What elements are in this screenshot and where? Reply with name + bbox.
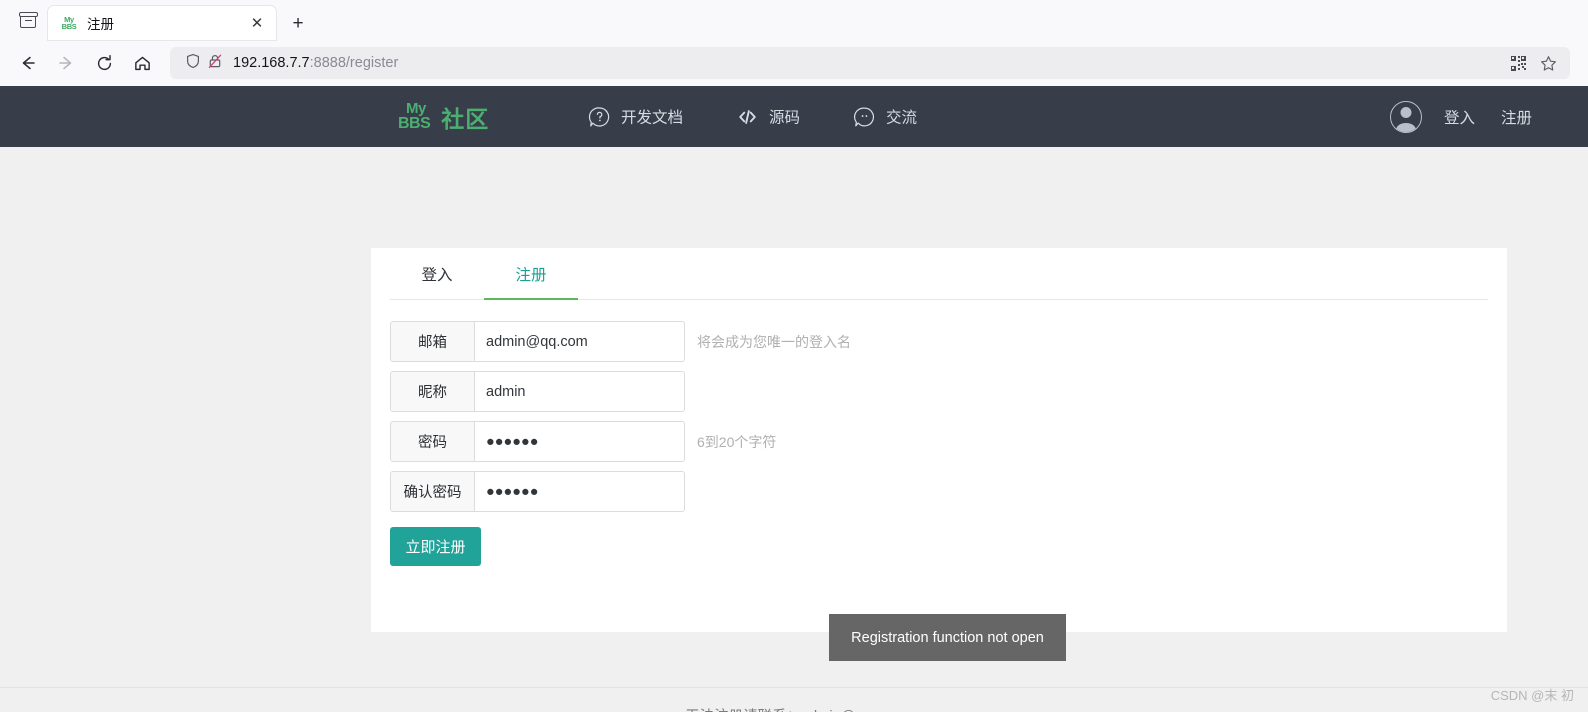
new-tab-button[interactable]: + — [282, 8, 314, 40]
logo-mybbs-icon: My BBS — [398, 99, 431, 133]
favicon-line2: BBS — [61, 22, 77, 31]
url-host: 192.168.7.7 — [233, 55, 310, 71]
tab-list-icon[interactable] — [8, 0, 48, 40]
field-label-confirm-password: 确认密码 — [391, 472, 475, 511]
browser-tab-title: 注册 — [87, 17, 114, 32]
auth-tabs: 登入 注册 — [390, 248, 1488, 300]
forward-arrow-icon — [59, 56, 72, 70]
register-submit-button[interactable]: 立即注册 — [390, 527, 481, 566]
form-row-nickname: 昵称 — [390, 371, 1507, 412]
tab-login[interactable]: 登入 — [390, 263, 484, 299]
register-form: 邮箱 将会成为您唯一的登入名 昵称 密码 6到20个字符 — [371, 300, 1507, 566]
close-icon[interactable]: ✕ — [246, 12, 268, 34]
field-hint-password: 6到20个字符 — [697, 433, 777, 450]
address-bar[interactable]: 192.168.7.7:8888/register — [170, 47, 1570, 79]
browser-tabstrip: My BBS 注册 ✕ + — [0, 0, 1588, 40]
home-button[interactable] — [124, 46, 160, 80]
footer-divider — [0, 687, 1588, 688]
archive-box-icon — [18, 11, 38, 29]
field-label-email: 邮箱 — [391, 322, 475, 361]
home-icon — [134, 56, 150, 70]
nav-label-chat: 交流 — [886, 109, 918, 127]
nav-item-chat[interactable]: 交流 — [853, 105, 917, 128]
form-submit-row: 立即注册 — [390, 527, 1507, 566]
email-input[interactable] — [475, 322, 684, 361]
browser-toolbar: 192.168.7.7:8888/register — [0, 40, 1588, 86]
nav-label-docs: 开发文档 — [621, 109, 684, 127]
forward-button[interactable] — [48, 46, 84, 80]
watermark: CSDN @末 初 — [1490, 688, 1574, 703]
tab-register[interactable]: 注册 — [484, 263, 578, 300]
field-group-email: 邮箱 — [390, 321, 685, 362]
lock-broken-icon[interactable] — [207, 53, 223, 74]
site-header-right: 登入 注册 — [1389, 100, 1532, 133]
nav-item-source[interactable]: 源码 — [736, 105, 800, 128]
site-logo[interactable]: My BBS 社区 — [398, 100, 489, 134]
toast-notification: Registration function not open — [829, 614, 1066, 661]
site-nav: 开发文档 源码 交流 — [588, 105, 917, 128]
header-register-link[interactable]: 注册 — [1501, 106, 1532, 128]
nav-label-source: 源码 — [769, 109, 801, 127]
form-row-password: 密码 6到20个字符 — [390, 421, 1507, 462]
logo-text: 社区 — [441, 105, 490, 132]
form-row-email: 邮箱 将会成为您唯一的登入名 — [390, 321, 1507, 362]
header-login-link[interactable]: 登入 — [1444, 106, 1475, 128]
bookmark-star-icon[interactable] — [1534, 49, 1562, 77]
chat-bubble-icon — [853, 105, 876, 128]
url-text[interactable]: 192.168.7.7:8888/register — [233, 55, 1504, 71]
logo-line1: My — [406, 99, 426, 117]
browser-tab[interactable]: My BBS 注册 ✕ — [48, 6, 276, 40]
confirm-password-input[interactable] — [475, 472, 684, 511]
question-bubble-icon — [588, 105, 611, 128]
browser-chrome: My BBS 注册 ✕ + 192.168.7.7:8888/register — [0, 0, 1588, 86]
qr-code-icon[interactable] — [1504, 49, 1532, 77]
password-input[interactable] — [475, 422, 684, 461]
page-viewport: My BBS 社区 开发文档 源码 交流 登入 注册 登入 注册 邮箱 admi… — [0, 86, 1588, 712]
site-header: My BBS 社区 开发文档 源码 交流 登入 注册 — [0, 86, 1588, 147]
field-group-password: 密码 — [390, 421, 685, 462]
shield-icon[interactable] — [185, 53, 201, 74]
user-avatar-icon[interactable] — [1389, 100, 1422, 133]
back-button[interactable] — [10, 46, 46, 80]
field-hint-email: 将会成为您唯一的登入名 — [697, 333, 851, 350]
footer-contact-text: 无法注册请联系：admin@qq.com — [0, 705, 1588, 712]
logo-line2: BBS — [398, 114, 431, 132]
field-label-password: 密码 — [391, 422, 475, 461]
back-arrow-icon — [22, 56, 35, 70]
field-group-nickname: 昵称 — [390, 371, 685, 412]
nav-item-docs[interactable]: 开发文档 — [588, 105, 683, 128]
field-label-nickname: 昵称 — [391, 372, 475, 411]
code-brackets-icon — [736, 105, 759, 128]
auth-card: 登入 注册 邮箱 将会成为您唯一的登入名 昵称 密码 — [371, 248, 1507, 632]
favicon-mybbs-icon: My BBS — [60, 14, 78, 32]
nickname-input[interactable] — [475, 372, 684, 411]
form-row-confirm-password: 确认密码 — [390, 471, 1507, 512]
url-path: :8888/register — [309, 55, 399, 71]
reload-button[interactable] — [86, 46, 122, 80]
reload-icon — [97, 54, 111, 70]
field-group-confirm-password: 确认密码 — [390, 471, 685, 512]
